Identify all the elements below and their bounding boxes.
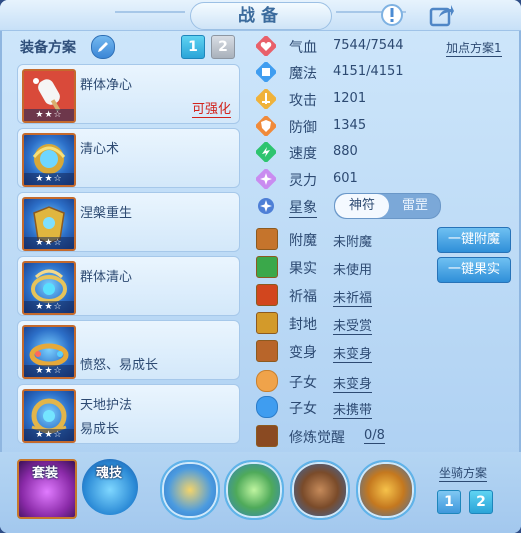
status-name: 变身 xyxy=(289,345,317,361)
heart-icon xyxy=(256,36,276,56)
attr-value: 601 xyxy=(333,171,358,186)
skill-stars: ★★☆ xyxy=(24,173,74,185)
status-name: 子女 xyxy=(289,375,317,391)
page-title: 战备 xyxy=(190,2,332,30)
spirit-icon xyxy=(256,169,276,189)
suit-tab-label: 套装 xyxy=(32,466,59,481)
soul-skill-tab-label: 魂技 xyxy=(96,466,123,481)
status-value[interactable]: 0/8 xyxy=(364,428,385,444)
skill-stars: ★★☆ xyxy=(24,109,74,121)
attr-name: 防御 xyxy=(289,120,317,136)
title-bar: 战备 xyxy=(0,0,521,31)
skill-stars: ★★☆ xyxy=(24,365,74,377)
attr-name: 速度 xyxy=(289,146,317,162)
skill-name: 群体清心 xyxy=(80,270,133,285)
dragon-ring-skill-icon: ★★☆ xyxy=(22,261,76,315)
attr-value: 1201 xyxy=(333,91,367,106)
skill-stars: ★★☆ xyxy=(24,429,74,441)
skill-traits: 易成长 xyxy=(80,422,120,437)
edit-plan-button[interactable] xyxy=(91,35,115,59)
star-sign-toggle[interactable]: 神符 雷罡 xyxy=(334,193,441,219)
status-value[interactable]: 未变身 xyxy=(333,343,373,363)
attr-name: 气血 xyxy=(289,40,317,56)
status-name: 附魔 xyxy=(289,233,317,249)
equipment-plan-label: 装备方案 xyxy=(20,40,76,56)
attr-name: 灵力 xyxy=(289,173,317,189)
pencil-icon xyxy=(98,42,108,52)
golden-bow-icon[interactable] xyxy=(356,460,416,520)
attr-value: 4151/4151 xyxy=(333,64,404,79)
status-value[interactable]: 未变身 xyxy=(333,373,373,393)
skill-card-6[interactable]: ★★☆ 天地护法 易成长 xyxy=(17,384,240,444)
star-sign-icon xyxy=(256,196,276,216)
status-name: 封地 xyxy=(289,317,317,333)
skill-name: 天地护法 xyxy=(80,398,133,413)
battle-prep-panel: 战备 装备方案 1 2 ★★☆ 群体净心 可强化 ★★☆ 清心术 ★★☆ 涅槃重… xyxy=(0,0,521,533)
status-name: 子女 xyxy=(289,401,317,417)
star-sign-option-shenfu[interactable]: 神符 xyxy=(335,194,389,218)
popsicle-skill-icon: ★★☆ xyxy=(22,69,76,123)
skill-card-2[interactable]: ★★☆ 清心术 xyxy=(17,128,240,188)
status-value: 未使用 xyxy=(333,263,373,278)
armor-skill-icon: ★★☆ xyxy=(22,197,76,251)
enchant-all-button[interactable]: 一键附魔 xyxy=(437,227,511,253)
blessing-icon xyxy=(256,284,278,306)
share-icon[interactable] xyxy=(428,1,456,29)
status-value[interactable]: 未受赏 xyxy=(333,315,373,335)
attr-name: 魔法 xyxy=(289,66,317,82)
status-value[interactable]: 未祈福 xyxy=(333,287,373,307)
skill-stars: ★★☆ xyxy=(24,237,74,249)
alert-icon[interactable] xyxy=(378,1,406,29)
status-name: 修炼觉醒 xyxy=(289,430,345,446)
transform-icon xyxy=(256,340,278,362)
skill-card-3[interactable]: ★★☆ 涅槃重生 xyxy=(17,192,240,252)
star-sign-option-leigang[interactable]: 雷罡 xyxy=(390,194,440,218)
status-value: 未附魔 xyxy=(333,235,373,250)
equipment-plan-1-button[interactable]: 1 xyxy=(181,35,205,59)
title-ornament-left xyxy=(115,11,185,13)
golden-figure-icon[interactable] xyxy=(160,460,220,520)
skill-name: 涅槃重生 xyxy=(80,206,133,221)
attr-value: 7544/7544 xyxy=(333,38,404,53)
attr-value: 880 xyxy=(333,144,358,159)
skill-name: 群体净心 xyxy=(80,78,133,93)
awaken-icon xyxy=(256,425,278,447)
speed-icon xyxy=(256,142,276,162)
status-name: 果实 xyxy=(289,261,317,277)
fruit-all-button[interactable]: 一键果实 xyxy=(437,257,511,283)
upgrade-link[interactable]: 可强化 xyxy=(191,98,231,118)
skill-card-5[interactable]: ★★☆ 愤怒、易成长 xyxy=(17,320,240,380)
status-name: 祈福 xyxy=(289,289,317,305)
helmet-skill-icon: ★★☆ xyxy=(22,133,76,187)
mount-plan-label: 坐骑方案 xyxy=(439,466,488,482)
fruit-icon xyxy=(256,256,278,278)
guardian-ring-skill-icon: ★★☆ xyxy=(22,389,76,443)
fief-icon xyxy=(256,312,278,334)
green-leaf-icon[interactable] xyxy=(224,460,284,520)
status-value[interactable]: 未携带 xyxy=(333,399,373,419)
equipment-plan-2-button[interactable]: 2 xyxy=(211,35,235,59)
mana-icon xyxy=(256,62,276,82)
child-icon xyxy=(256,370,278,392)
star-sign-label[interactable]: 星象 xyxy=(289,197,317,218)
skill-traits: 愤怒、易成长 xyxy=(80,358,159,373)
attribute-plan-link[interactable]: 加点方案1 xyxy=(446,39,502,57)
skill-card-4[interactable]: ★★☆ 群体清心 xyxy=(17,256,240,316)
beast-icon[interactable] xyxy=(290,460,350,520)
skill-name: 清心术 xyxy=(80,142,120,157)
skill-card-1[interactable]: ★★☆ 群体净心 可强化 xyxy=(17,64,240,124)
enchant-icon xyxy=(256,228,278,250)
attr-name: 攻击 xyxy=(289,93,317,109)
bracelet-skill-icon: ★★☆ xyxy=(22,325,76,379)
defense-icon xyxy=(256,116,276,136)
mount-plan-1-button[interactable]: 1 xyxy=(437,490,461,514)
skill-stars: ★★☆ xyxy=(24,301,74,313)
attr-value: 1345 xyxy=(333,118,367,133)
attack-icon xyxy=(256,89,276,109)
mount-plan-2-button[interactable]: 2 xyxy=(469,490,493,514)
paw-icon xyxy=(256,396,278,418)
